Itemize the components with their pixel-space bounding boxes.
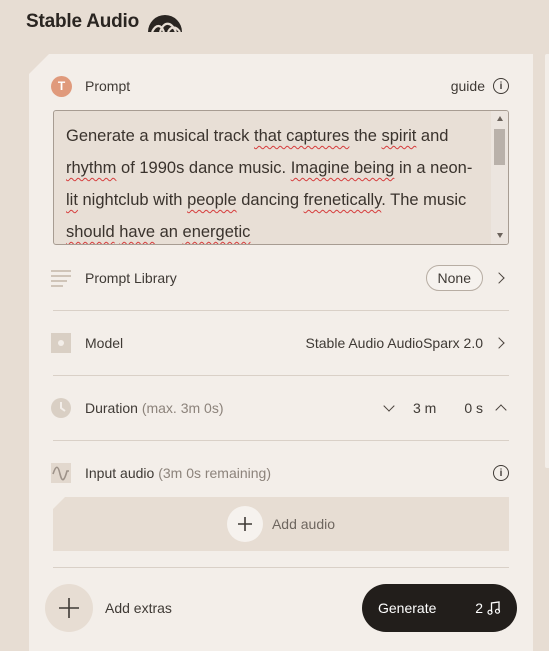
prompt-text-segment: the bbox=[349, 127, 382, 145]
prompt-text-segment: Generate a musical track bbox=[66, 127, 254, 145]
duration-minutes[interactable]: 3 m bbox=[413, 400, 436, 416]
add-extras-label: Add extras bbox=[105, 600, 172, 616]
spellcheck-word: should bbox=[66, 223, 115, 241]
info-icon[interactable]: i bbox=[493, 465, 509, 481]
list-lines-icon bbox=[51, 268, 71, 288]
duration-hint: (max. 3m 0s) bbox=[141, 400, 224, 416]
spellcheck-word: spirit bbox=[381, 127, 417, 145]
spellcheck-word: rhythm bbox=[66, 159, 117, 177]
divider bbox=[53, 440, 509, 441]
spellcheck-word: frenetically bbox=[303, 191, 382, 209]
scroll-thumb[interactable] bbox=[494, 129, 505, 165]
input-audio-label: Input audio (3m 0s remaining) bbox=[85, 465, 271, 481]
spellcheck-word: that captures bbox=[254, 127, 350, 145]
model-row[interactable]: Model Stable Audio AudioSparx 2.0 bbox=[51, 332, 509, 354]
prompt-text-segment: nightclub with bbox=[77, 191, 188, 209]
prompt-library-value[interactable]: None bbox=[425, 265, 483, 291]
credit-count: 2 bbox=[475, 600, 483, 616]
prompt-text-segment: in a neon- bbox=[394, 159, 473, 177]
spellcheck-word: have bbox=[119, 223, 155, 241]
guide-link[interactable]: guide i bbox=[451, 78, 509, 94]
clock-icon bbox=[51, 398, 71, 418]
model-square-icon bbox=[51, 333, 71, 353]
input-audio-row: Input audio (3m 0s remaining) i bbox=[51, 462, 509, 484]
divider bbox=[53, 375, 509, 376]
prompt-text[interactable]: Generate a musical track that captures t… bbox=[66, 120, 484, 244]
waveform-arch-logo-icon bbox=[148, 15, 183, 33]
prompt-text-segment: and bbox=[416, 127, 449, 145]
duration-label-text: Duration bbox=[85, 400, 138, 416]
spellcheck-word: energetic bbox=[182, 223, 251, 241]
divider bbox=[53, 310, 509, 311]
duration-label: Duration (max. 3m 0s) bbox=[85, 400, 224, 416]
duration-seconds[interactable]: 0 s bbox=[464, 400, 483, 416]
plus-icon bbox=[226, 506, 263, 542]
prompt-header: T Prompt guide i bbox=[51, 75, 509, 97]
prompt-text-segment: . The music bbox=[381, 191, 467, 209]
brand[interactable]: Stable Audio bbox=[26, 10, 184, 34]
credit-cost: 2 bbox=[475, 600, 501, 616]
input-audio-hint: (3m 0s remaining) bbox=[158, 465, 272, 481]
prompt-scrollbar[interactable] bbox=[491, 111, 508, 244]
adjacent-panel-edge bbox=[545, 54, 549, 468]
spellcheck-word: people bbox=[187, 191, 237, 209]
input-audio-label-text: Input audio bbox=[85, 465, 155, 481]
add-audio-button[interactable]: Add audio bbox=[53, 497, 509, 551]
audio-wave-icon bbox=[51, 463, 71, 483]
prompt-label: Prompt bbox=[85, 78, 131, 94]
spellcheck-word: Imagine being bbox=[290, 159, 395, 177]
divider bbox=[53, 567, 509, 568]
prompt-library-row[interactable]: Prompt Library None bbox=[51, 264, 509, 292]
chevron-down-icon[interactable] bbox=[383, 400, 395, 412]
music-note-icon bbox=[487, 601, 501, 615]
chevron-right-icon[interactable] bbox=[493, 272, 505, 284]
prompt-text-segment: of 1990s dance music. bbox=[116, 159, 291, 177]
prompt-library-label: Prompt Library bbox=[85, 270, 177, 286]
generate-button[interactable]: Generate 2 bbox=[362, 584, 517, 632]
add-extras-button[interactable]: Add extras bbox=[45, 584, 172, 632]
brand-name: Stable Audio bbox=[26, 11, 140, 32]
generate-label: Generate bbox=[378, 600, 437, 616]
plus-icon bbox=[45, 584, 93, 632]
text-mode-badge: T bbox=[51, 75, 72, 97]
model-label: Model bbox=[85, 335, 124, 351]
prompt-text-segment: an bbox=[155, 223, 183, 241]
scroll-down-arrow-icon[interactable] bbox=[497, 233, 503, 238]
spellcheck-word: lit bbox=[66, 191, 78, 209]
add-audio-label: Add audio bbox=[271, 516, 336, 532]
model-value[interactable]: Stable Audio AudioSparx 2.0 bbox=[306, 335, 483, 351]
prompt-textarea[interactable]: Generate a musical track that captures t… bbox=[53, 110, 509, 245]
duration-row: Duration (max. 3m 0s) 3 m 0 s bbox=[51, 397, 509, 419]
chevron-right-icon[interactable] bbox=[493, 337, 505, 349]
chevron-up-icon[interactable] bbox=[495, 404, 507, 416]
guide-label: guide bbox=[450, 78, 485, 94]
info-icon: i bbox=[493, 78, 509, 94]
scroll-up-arrow-icon[interactable] bbox=[497, 116, 503, 121]
prompt-text-segment: dancing bbox=[236, 191, 304, 209]
